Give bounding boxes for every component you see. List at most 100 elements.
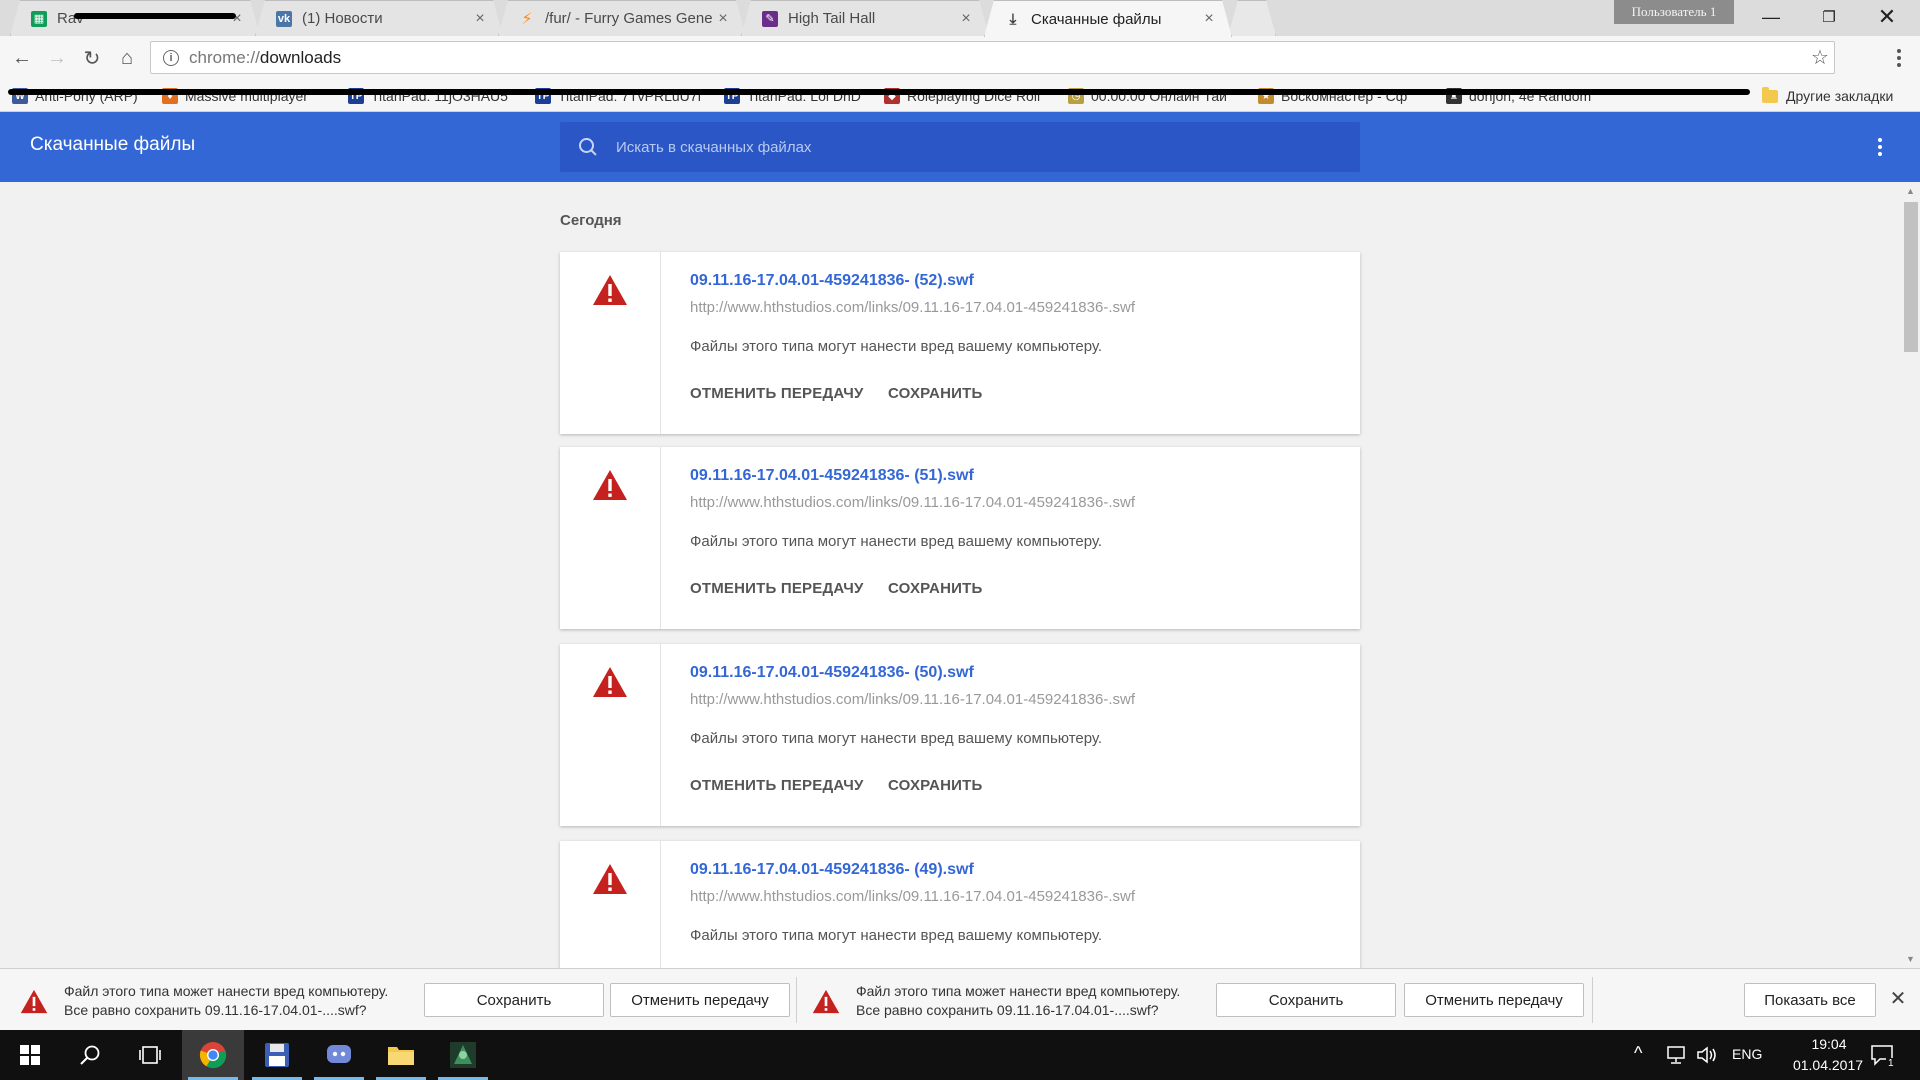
- search-icon: [80, 1045, 100, 1065]
- save-button[interactable]: СОХРАНИТЬ: [888, 385, 982, 402]
- shelf-cancel-button[interactable]: Отменить передачу: [1404, 983, 1584, 1017]
- warning-icon: [812, 989, 840, 1014]
- download-item: 09.11.16-17.04.01-459241836- (51).swf ht…: [560, 447, 1360, 629]
- cancel-transfer-button[interactable]: ОТМЕНИТЬ ПЕРЕДАЧУ: [690, 777, 864, 794]
- start-button[interactable]: [0, 1030, 60, 1080]
- tab-title: High Tail Hall: [788, 10, 876, 27]
- tab-4[interactable]: ✎ High Tail Hall ×: [741, 0, 989, 36]
- scrollbar-thumb[interactable]: [1904, 202, 1918, 352]
- danger-description: Файлы этого типа могут нанести вред ваше…: [690, 927, 1103, 944]
- chrome-logo-icon: [199, 1042, 227, 1069]
- close-icon[interactable]: ×: [715, 11, 731, 27]
- sheets-favicon-icon: ▦: [31, 11, 47, 27]
- file-name-link[interactable]: 09.11.16-17.04.01-459241836- (49).swf: [690, 861, 974, 879]
- warning-icon: [593, 667, 627, 697]
- warning-icon: [593, 470, 627, 500]
- input-language[interactable]: ENG: [1732, 1046, 1762, 1062]
- danger-description: Файлы этого типа могут нанести вред ваше…: [690, 338, 1103, 355]
- page-title: Скачанные файлы: [30, 134, 196, 155]
- network-icon[interactable]: [1664, 1045, 1686, 1065]
- warning-icon: [20, 989, 48, 1014]
- shelf-save-button[interactable]: Сохранить: [424, 983, 604, 1017]
- folder-icon: [1762, 86, 1778, 103]
- save-button[interactable]: СОХРАНИТЬ: [888, 580, 982, 597]
- file-name-link[interactable]: 09.11.16-17.04.01-459241836- (52).swf: [690, 272, 974, 290]
- window-close-button[interactable]: ✕: [1858, 0, 1916, 34]
- danger-description: Файлы этого типа могут нанести вред ваше…: [690, 533, 1103, 550]
- reload-button[interactable]: ↻: [78, 44, 106, 72]
- user-profile-badge[interactable]: Пользователь 1: [1614, 0, 1734, 24]
- file-url[interactable]: http://www.hthstudios.com/links/09.11.16…: [690, 888, 1135, 905]
- new-tab-button[interactable]: [1228, 0, 1276, 36]
- danger-description: Файлы этого типа могут нанести вред ваше…: [690, 730, 1103, 747]
- downloads-header: Скачанные файлы: [0, 112, 1920, 182]
- back-button[interactable]: ←: [8, 44, 36, 72]
- task-view-button[interactable]: [120, 1030, 180, 1080]
- file-url[interactable]: http://www.hthstudios.com/links/09.11.16…: [690, 494, 1135, 511]
- tray-chevron-icon[interactable]: ^: [1634, 1043, 1642, 1064]
- shelf-item: Файл этого типа может нанести вред компь…: [792, 969, 1584, 1031]
- search-icon: [578, 137, 598, 157]
- windows-taskbar: ^ ENG 19:04 01.04.2017 1: [0, 1030, 1920, 1080]
- download-item: 09.11.16-17.04.01-459241836- (49).swf ht…: [560, 841, 1360, 968]
- clock-time[interactable]: 19:04: [1794, 1036, 1864, 1052]
- shelf-divider: [1592, 977, 1593, 1023]
- shelf-cancel-button[interactable]: Отменить передачу: [610, 983, 790, 1017]
- download-shelf: Файл этого типа может нанести вред компь…: [0, 968, 1920, 1030]
- restore-button[interactable]: ❐: [1800, 0, 1858, 34]
- search-button[interactable]: [60, 1030, 120, 1080]
- bookmark-star-icon[interactable]: ☆: [1806, 45, 1834, 70]
- file-name-link[interactable]: 09.11.16-17.04.01-459241836- (51).swf: [690, 467, 974, 485]
- tab-downloads[interactable]: ⤓ Скачанные файлы ×: [984, 0, 1232, 37]
- scroll-down-arrow-icon[interactable]: ▼: [1901, 952, 1920, 966]
- tab-3[interactable]: ⚡ /fur/ - Furry Games Gene ×: [498, 0, 746, 36]
- task-view-icon: [139, 1046, 161, 1064]
- download-arrow-icon: ⤓: [1009, 10, 1017, 28]
- taskbar-chrome[interactable]: [182, 1030, 244, 1080]
- file-url[interactable]: http://www.hthstudios.com/links/09.11.16…: [690, 299, 1135, 316]
- home-button[interactable]: ⌂: [113, 44, 141, 72]
- cancel-transfer-button[interactable]: ОТМЕНИТЬ ПЕРЕДАЧУ: [690, 580, 864, 597]
- search-input[interactable]: [614, 137, 1318, 157]
- discord-logo-icon: [327, 1045, 351, 1063]
- notification-count-badge: 1: [1886, 1058, 1896, 1069]
- forward-button[interactable]: →: [43, 44, 71, 72]
- taskbar-game-app[interactable]: [432, 1030, 494, 1080]
- bookmarks-bar: W Anti-Pony (ARP) ♦ Massive multiplayer TP…: [0, 80, 1920, 112]
- downloads-menu-button[interactable]: [1868, 135, 1892, 159]
- tab-title: /fur/ - Furry Games Gene: [545, 10, 713, 27]
- taskbar-save-app[interactable]: [246, 1030, 308, 1080]
- shelf-warning-text: Файл этого типа может нанести вред компь…: [856, 983, 1181, 1018]
- save-button[interactable]: СОХРАНИТЬ: [888, 777, 982, 794]
- other-bookmarks-folder[interactable]: Другие закладки: [1762, 86, 1893, 106]
- file-name-link[interactable]: 09.11.16-17.04.01-459241836- (50).swf: [690, 664, 974, 682]
- vk-favicon-icon: vk: [277, 12, 291, 25]
- browser-toolbar: ← → ↻ ⌂ i chrome://downloads ☆: [0, 36, 1920, 80]
- chrome-menu-button[interactable]: [1887, 46, 1911, 70]
- windows-logo-icon: [20, 1045, 40, 1065]
- tab-title: (1) Новости: [302, 10, 383, 27]
- close-icon[interactable]: ×: [472, 11, 488, 27]
- shelf-item: Файл этого типа может нанести вред компь…: [0, 969, 792, 1031]
- game-app-icon: [450, 1042, 476, 1068]
- address-url[interactable]: chrome://downloads: [189, 48, 1806, 68]
- shelf-save-button[interactable]: Сохранить: [1216, 983, 1396, 1017]
- volume-icon[interactable]: [1696, 1045, 1718, 1065]
- close-icon[interactable]: ×: [958, 11, 974, 27]
- close-shelf-icon[interactable]: ✕: [1886, 987, 1910, 1011]
- page-scrollbar[interactable]: ▲ ▼: [1901, 182, 1920, 968]
- taskbar-discord[interactable]: [308, 1030, 370, 1080]
- address-bar[interactable]: i chrome://downloads ☆: [150, 41, 1835, 74]
- warning-icon: [593, 275, 627, 305]
- show-all-button[interactable]: Показать все: [1744, 983, 1876, 1017]
- taskbar-file-explorer[interactable]: [370, 1030, 432, 1080]
- minimize-button[interactable]: —: [1742, 0, 1800, 34]
- cancel-transfer-button[interactable]: ОТМЕНИТЬ ПЕРЕДАЧУ: [690, 385, 864, 402]
- downloads-search[interactable]: [560, 122, 1360, 172]
- file-url[interactable]: http://www.hthstudios.com/links/09.11.16…: [690, 691, 1135, 708]
- close-icon[interactable]: ×: [1201, 11, 1217, 27]
- tab-2[interactable]: vk (1) Новости ×: [255, 0, 503, 36]
- clock-date[interactable]: 01.04.2017: [1778, 1057, 1878, 1073]
- info-icon[interactable]: i: [163, 49, 179, 66]
- scroll-up-arrow-icon[interactable]: ▲: [1901, 184, 1920, 198]
